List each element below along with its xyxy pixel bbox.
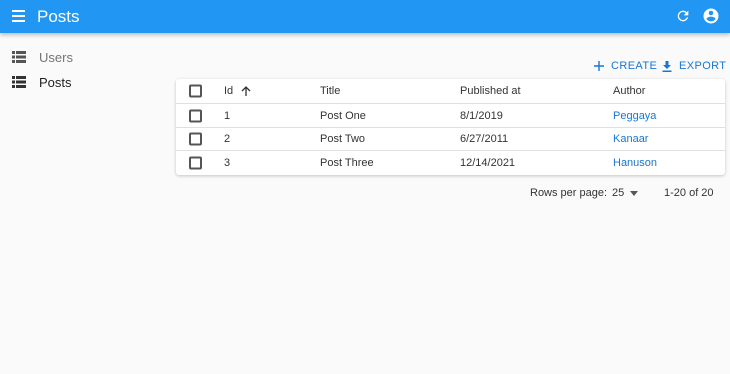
page-title: Posts (37, 7, 80, 26)
column-header-label: Id (224, 85, 234, 97)
row-checkbox[interactable] (189, 132, 202, 146)
cell-published-at: 6/27/2011 (460, 133, 509, 145)
column-header-id[interactable]: Id (224, 85, 251, 97)
table-row[interactable]: 3 Post Three 12/14/2021 Hanuson (176, 151, 725, 175)
sidebar-item-users[interactable]: Users (12, 47, 73, 67)
author-link[interactable]: Peggaya (613, 110, 656, 122)
rows-per-page-select[interactable]: 25 (612, 187, 639, 199)
sidebar-item-label: Users (39, 49, 73, 65)
row-checkbox[interactable] (189, 109, 202, 122)
column-header-published-at[interactable]: Published at (460, 85, 521, 97)
cell-title: Post Three (320, 157, 374, 169)
cell-published-at: 8/1/2019 (460, 109, 503, 122)
table-row[interactable]: 2 Post Two 6/27/2011 Kanaar (176, 128, 725, 151)
arrow-up-icon (241, 86, 251, 97)
row-checkbox[interactable] (189, 156, 202, 170)
table-header-row: Id Title Published at Author (176, 79, 725, 104)
menu-icon[interactable] (12, 10, 26, 23)
cell-id: 3 (224, 157, 231, 169)
table-row[interactable]: 1 Post One 8/1/2019 Peggaya (176, 104, 725, 128)
create-label: CREATE (611, 60, 658, 72)
sidebar-item-label: Posts (39, 74, 72, 90)
rows-per-page-value: 25 (612, 187, 625, 199)
cell-id: 2 (224, 133, 231, 145)
author-link[interactable]: Kanaar (613, 133, 648, 145)
cell-published-at: 12/14/2021 (460, 157, 516, 169)
rows-per-page-label: Rows per page: (530, 187, 608, 199)
cell-title: Post One (320, 109, 366, 122)
export-label: EXPORT (679, 60, 727, 72)
export-button[interactable]: EXPORT (662, 58, 726, 74)
sidebar-item-posts[interactable]: Posts (12, 72, 72, 92)
list-icon (12, 76, 26, 88)
cell-title: Post Two (320, 133, 366, 145)
download-icon (662, 60, 672, 72)
column-header-author[interactable]: Author (613, 85, 645, 97)
plus-icon (594, 61, 604, 71)
refresh-icon[interactable] (675, 8, 691, 24)
author-link[interactable]: Hanuson (613, 157, 657, 169)
create-button[interactable]: CREATE (594, 58, 657, 74)
pagination-range: 1-20 of 20 (664, 187, 714, 199)
list-icon (12, 51, 26, 63)
select-all-checkbox[interactable] (189, 84, 202, 98)
column-header-title[interactable]: Title (320, 85, 340, 97)
posts-table: Id Title Published at Author 1 Post One … (176, 79, 725, 175)
dropdown-arrow-icon (630, 190, 639, 196)
cell-id: 1 (224, 109, 231, 122)
account-circle-icon[interactable] (702, 7, 720, 25)
app-bar: Posts (0, 0, 730, 33)
